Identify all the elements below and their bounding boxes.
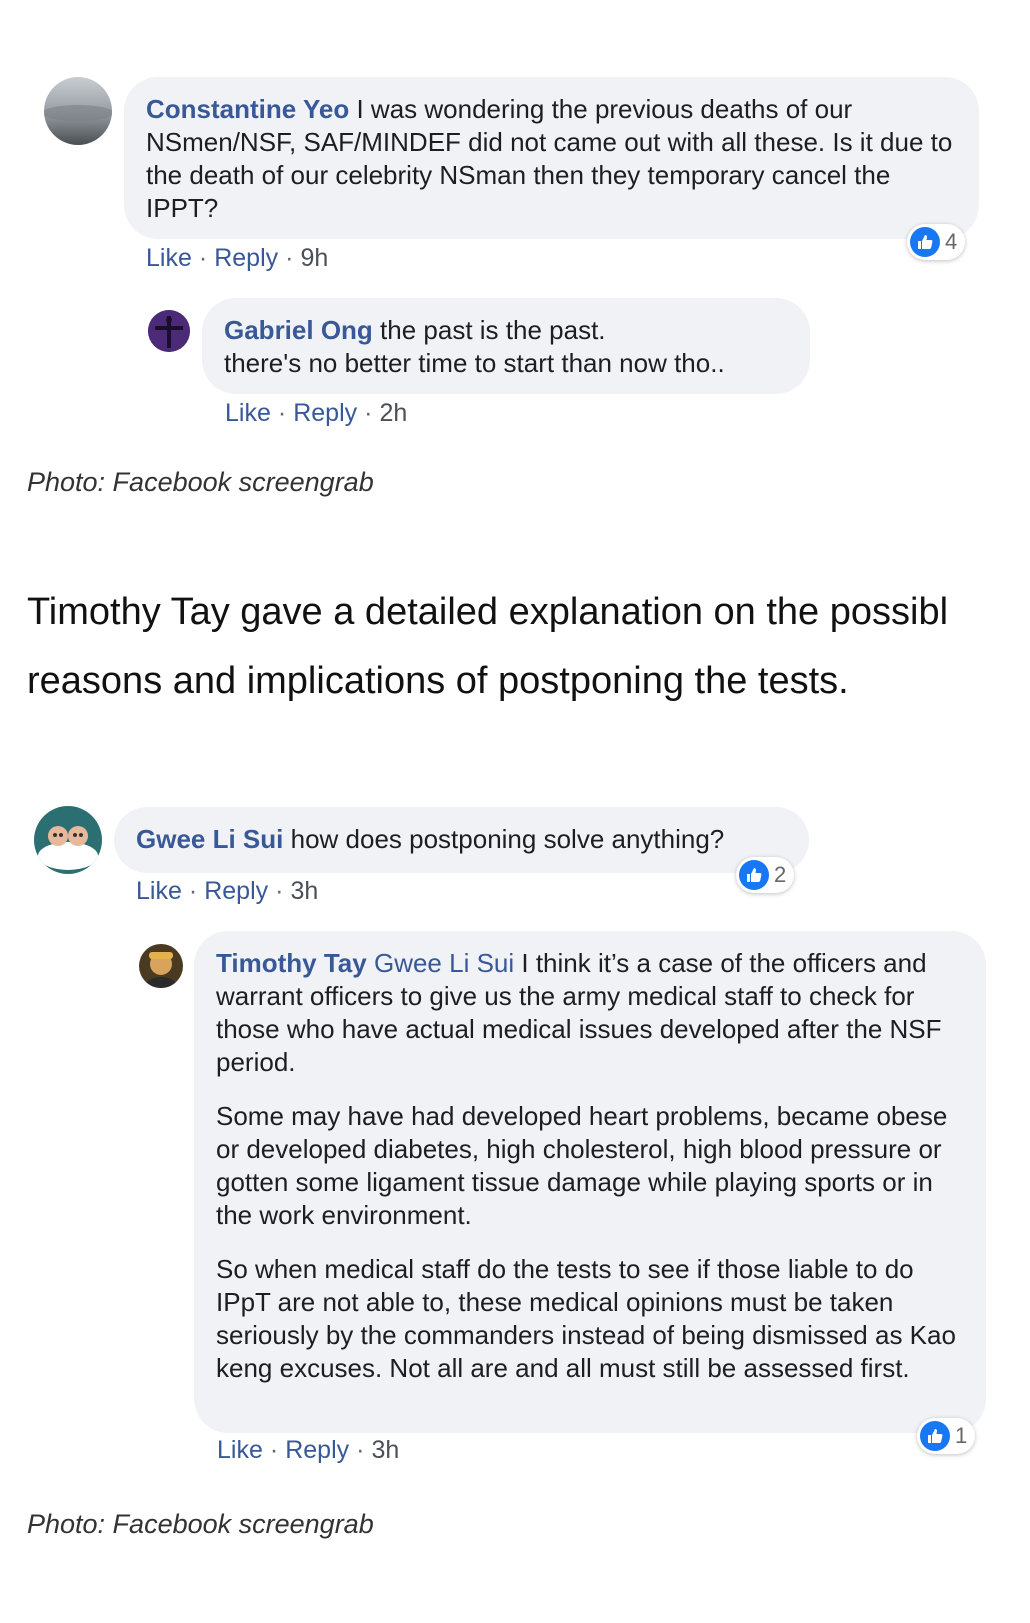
comment-text-line2: there's no better time to start than now… [224,348,725,378]
comment-timestamp: 9h [300,244,329,272]
avatar-photo [139,944,183,988]
avatar-photo [34,806,102,874]
reaction-count: 4 [945,229,958,254]
like-link[interactable]: Like [225,399,271,427]
comment-mention[interactable]: Gwee Li Sui [374,948,514,978]
avatar-gwee-li-sui[interactable] [34,806,102,874]
like-thumb-icon [910,227,940,257]
article-line: reasons and implications of postponing t… [27,660,849,702]
avatar-constantine-yeo[interactable] [44,77,112,145]
comment-bubble: Constantine Yeo I was wondering the prev… [124,77,979,239]
comment-actions: Like · Reply · 3h [136,877,319,905]
comment-text: how does postponing solve anything? [290,824,725,854]
reply-link[interactable]: Reply [285,1436,349,1464]
photo-caption: Photo: Facebook screengrab [27,467,374,497]
reaction-count: 2 [774,862,787,887]
like-thumb-icon [739,860,769,890]
comment-line: Gabriel Ong the past is the past. [224,314,788,347]
reaction-count: 1 [955,1423,968,1448]
reply-link[interactable]: Reply [214,244,278,272]
avatar-photo [44,77,112,145]
comment-author[interactable]: Timothy Tay [216,948,367,978]
comment-bubble: Gabriel Ong the past is the past. there'… [202,298,810,394]
comment-actions: Like · Reply · 3h [217,1436,400,1464]
photo-caption: Photo: Facebook screengrab [27,1509,374,1539]
comment-author[interactable]: Gwee Li Sui [136,824,283,854]
reaction-count-badge[interactable]: 4 [907,224,966,260]
like-link[interactable]: Like [136,877,182,905]
article-line: Timothy Tay gave a detailed explanation … [27,591,949,633]
reply-link[interactable]: Reply [204,877,268,905]
comment-text: the past is the past. [380,315,606,345]
avatar-photo [148,310,190,352]
article-paragraph: Timothy Tay gave a detailed explanation … [27,578,1030,716]
comment-timestamp: 3h [371,1436,400,1464]
like-link[interactable]: Like [146,244,192,272]
like-link[interactable]: Like [217,1436,263,1464]
like-thumb-icon [920,1421,950,1451]
comment-bubble: Gwee Li Sui how does postponing solve an… [114,807,809,873]
reaction-count-badge[interactable]: 1 [917,1418,976,1454]
comment-actions: Like · Reply · 2h [225,399,408,427]
comment-paragraph: Some may have had developed heart proble… [216,1101,948,1230]
comment-author[interactable]: Gabriel Ong [224,315,373,345]
comment-timestamp: 3h [290,877,319,905]
comment-author[interactable]: Constantine Yeo [146,94,349,124]
comment-paragraph: Timothy Tay Gwee Li Sui I think it’s a c… [216,947,964,1079]
comment-actions: Like · Reply · 9h [146,244,329,272]
avatar-gabriel-ong[interactable] [148,310,190,352]
avatar-timothy-tay[interactable] [139,944,183,988]
reaction-count-badge[interactable]: 2 [736,857,795,893]
comment-timestamp: 2h [379,399,408,427]
comment-bubble: Timothy Tay Gwee Li Sui I think it’s a c… [194,931,986,1433]
reply-link[interactable]: Reply [293,399,357,427]
comment-paragraph: So when medical staff do the tests to se… [216,1254,956,1383]
